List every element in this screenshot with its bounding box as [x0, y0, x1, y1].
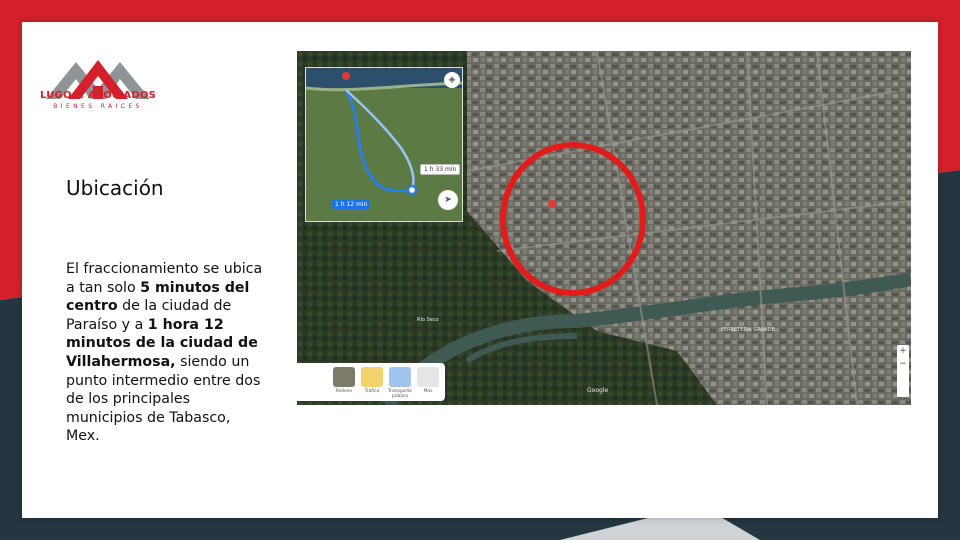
- main-route-time[interactable]: 1 h 12 min: [332, 200, 371, 209]
- store-label: FERRETERIA GRANDE: [721, 327, 775, 333]
- layer-more-label: Más: [423, 389, 433, 394]
- slide-title: Ubicación: [66, 176, 164, 200]
- location-description: El fraccionamiento se ubica a tan solo 5…: [66, 260, 266, 446]
- layer-selector[interactable]: Relieve Tráfico Transporte público Más: [297, 363, 445, 401]
- layer-traffic-label: Tráfico: [364, 389, 380, 394]
- traffic-layer-icon[interactable]: [361, 367, 383, 387]
- layer-relief-label: Relieve: [335, 389, 353, 394]
- satellite-map[interactable]: Río Seco FERRETERIA GRANDE Google 1 h 33…: [297, 51, 911, 405]
- layer-transit-label: Transporte público: [388, 389, 412, 399]
- navigation-icon[interactable]: ➤: [438, 190, 458, 210]
- zoom-in-button[interactable]: +: [897, 345, 909, 358]
- zoom-controls[interactable]: + −: [897, 345, 909, 397]
- company-name: LUGO & ASOCIADOS: [40, 90, 156, 101]
- more-layers-icon[interactable]: [417, 367, 439, 387]
- layers-icon[interactable]: ◈: [444, 72, 460, 88]
- zoom-out-button[interactable]: −: [897, 358, 909, 371]
- company-tagline: BIENES RAICES: [53, 103, 143, 110]
- google-watermark: Google: [587, 387, 609, 394]
- route-inset-map[interactable]: 1 h 33 min 1 h 12 min ◈ ➤: [305, 67, 463, 222]
- relief-layer-icon[interactable]: [333, 367, 355, 387]
- transit-layer-icon[interactable]: [389, 367, 411, 387]
- alt-route-time[interactable]: 1 h 33 min: [420, 164, 461, 175]
- river-label: Río Seco: [417, 317, 439, 323]
